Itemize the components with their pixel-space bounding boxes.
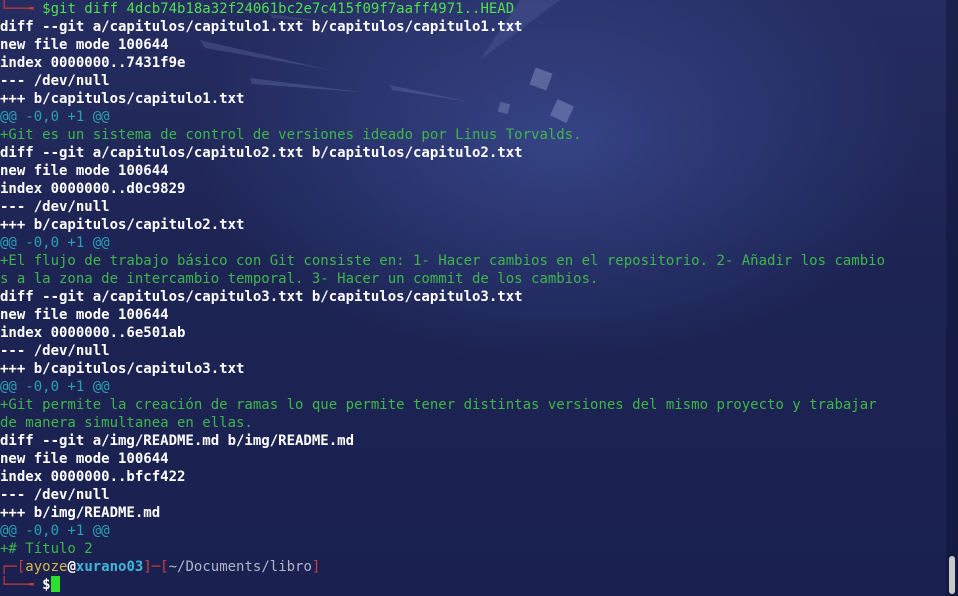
prompt-separator: ]─[ [143,559,169,575]
old-file-line: --- /dev/null [0,199,110,215]
prompt-line: ┌─[ayoze@xurano03]─[~/Documents/libro] [0,558,946,576]
file-mode-line: new file mode 100644 [0,163,169,179]
hunk-header: @@ -0,0 +1 @@ [0,109,110,125]
prompt-hostname: xurano03 [75,559,144,575]
terminal-window[interactable]: └──╼ $git diff 4dcb74b18a32f24061bc2e7c4… [0,0,958,596]
diff-header: diff --git a/capitulos/capitulo1.txt b/c… [0,19,523,35]
index-line: index 0000000..6e501ab [0,325,186,341]
terminal-output[interactable]: └──╼ $git diff 4dcb74b18a32f24061bc2e7c4… [0,0,946,594]
index-line: index 0000000..bfcf422 [0,469,186,485]
scrollbar[interactable] [946,0,958,596]
prompt-symbol: $ [42,577,51,593]
file-mode-line: new file mode 100644 [0,307,169,323]
new-file-line: +++ b/img/README.md [0,505,161,521]
hunk-header: @@ -0,0 +1 @@ [0,235,110,251]
added-line-wrap: de manera simultanea en ellas. [0,415,253,431]
prompt-corner: ┌─[ [0,559,26,575]
old-file-line: --- /dev/null [0,73,110,89]
diff-header: diff --git a/capitulos/capitulo3.txt b/c… [0,289,523,305]
input-line[interactable]: └──╼ $ [0,576,946,594]
hunk-header: @@ -0,0 +1 @@ [0,523,110,539]
prompt-username: ayoze [25,559,68,575]
old-file-line: --- /dev/null [0,487,110,503]
new-file-line: +++ b/capitulos/capitulo1.txt [0,91,245,107]
prompt-at: @ [67,559,76,575]
added-line: +Git es un sistema de control de version… [0,127,582,143]
new-file-line: +++ b/capitulos/capitulo2.txt [0,217,245,233]
added-line: +# Título 2 [0,541,93,557]
diff-header: diff --git a/capitulos/capitulo2.txt b/c… [0,145,523,161]
added-line-wrap: s a la zona de intercambio temporal. 3- … [0,271,599,287]
prompt-prefix: └──╼ [0,1,43,17]
added-line: +Git permite la creación de ramas lo que… [0,397,877,413]
new-file-line: +++ b/capitulos/capitulo3.txt [0,361,245,377]
prompt-end: ] [311,559,321,575]
scrollbar-thumb[interactable] [949,556,955,594]
prompt-path: ~/Documents/libro [168,559,312,575]
index-line: index 0000000..7431f9e [0,55,186,71]
file-mode-line: new file mode 100644 [0,37,169,53]
hunk-header: @@ -0,0 +1 @@ [0,379,110,395]
text-cursor [50,576,60,592]
old-file-line: --- /dev/null [0,343,110,359]
file-mode-line: new file mode 100644 [0,451,169,467]
added-line: +El flujo de trabajo básico con Git cons… [0,253,886,269]
git-diff-command: $git diff 4dcb74b18a32f24061bc2e7c415f09… [42,1,515,17]
index-line: index 0000000..d0c9829 [0,181,186,197]
command-line: └──╼ $git diff 4dcb74b18a32f24061bc2e7c4… [0,0,946,18]
diff-header: diff --git a/img/README.md b/img/README.… [0,433,355,449]
prompt-prefix: └──╼ [0,577,43,593]
